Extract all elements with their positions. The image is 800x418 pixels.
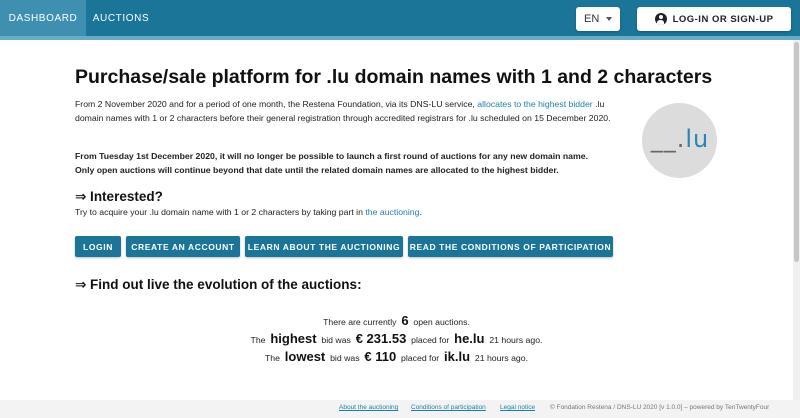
language-select[interactable]: EN — [576, 7, 620, 31]
intro-paragraph: From 2 November 2020 and for a period of… — [75, 98, 635, 125]
highest-bidder-link[interactable]: allocates to the highest bidder — [477, 99, 592, 109]
open-auctions-count: 6 — [401, 313, 409, 328]
stat-text: The — [264, 353, 280, 363]
notice-line-2: Only open auctions will continue beyond … — [75, 164, 559, 175]
login-button[interactable]: LOGIN — [75, 236, 121, 257]
page-title: Purchase/sale platform for .lu domain na… — [75, 66, 713, 88]
read-conditions-button[interactable]: READ THE CONDITIONS OF PARTICIPATION — [408, 236, 613, 257]
lowest-bid-stat: The lowest bid was € 110 placed for ik.l… — [0, 349, 793, 364]
stat-text: bid was — [321, 335, 351, 345]
create-account-button[interactable]: CREATE AN ACCOUNT — [126, 236, 240, 257]
logo-prefix: __. — [650, 125, 686, 153]
stat-text: bid was — [330, 353, 360, 363]
footer-copyright: © Fondation Restena / DNS-LU 2020 [v 1.0… — [550, 404, 770, 411]
interested-paragraph: Try to acquire your .lu domain name with… — [75, 207, 422, 217]
highest-bid-stat: The highest bid was € 231.53 placed for … — [0, 331, 793, 346]
highest-bid-amount: € 231.53 — [355, 331, 407, 346]
footer-about-link[interactable]: About the auctioning — [339, 404, 398, 411]
dot-lu-logo-text: __.lu — [650, 125, 710, 153]
login-signup-button[interactable]: LOG-IN OR SIGN-UP — [637, 7, 791, 31]
learn-auctioning-button[interactable]: LEARN ABOUT THE AUCTIONING — [245, 236, 403, 257]
stat-text: placed for — [411, 335, 450, 345]
tab-auctions[interactable]: AUCTIONS — [86, 0, 156, 36]
stat-text: placed for — [401, 353, 440, 363]
stat-text: open auctions. — [413, 317, 470, 327]
interested-heading: ⇒ Interested? — [75, 189, 163, 204]
open-auctions-stat: There are currently 6 open auctions. — [0, 313, 793, 328]
notice-paragraph: From Tuesday 1st December 2020, it will … — [75, 150, 635, 177]
lowest-bid-domain: ik.lu — [444, 349, 471, 364]
highest-bid-time: 21 hours ago. — [489, 335, 543, 345]
stat-text: The — [250, 335, 266, 345]
stat-text: There are currently — [323, 317, 397, 327]
intro-text-start: From 2 November 2020 and for a period of… — [75, 99, 478, 109]
footer-legal-link[interactable]: Legal notice — [500, 404, 535, 411]
login-signup-label: LOG-IN OR SIGN-UP — [672, 13, 774, 25]
language-value: EN — [584, 13, 600, 25]
notice-line-1: From Tuesday 1st December 2020, it will … — [75, 151, 588, 161]
lowest-label: lowest — [284, 349, 326, 364]
account-circle-icon — [654, 13, 667, 25]
scrollbar-thumb[interactable] — [794, 42, 799, 262]
tab-dashboard[interactable]: DASHBOARD — [0, 0, 86, 36]
interested-text: Try to acquire your .lu domain name with… — [75, 207, 366, 217]
lowest-bid-amount: € 110 — [364, 349, 397, 364]
highest-bid-domain: he.lu — [454, 331, 485, 346]
logo-accent: lu — [685, 125, 710, 153]
auctioning-link[interactable]: the auctioning — [365, 207, 419, 217]
footer-conditions-link[interactable]: Conditions of participation — [411, 404, 486, 411]
highest-label: highest — [270, 331, 317, 346]
lowest-bid-time: 21 hours ago. — [474, 353, 529, 363]
footer: About the auctioning Conditions of parti… — [0, 400, 800, 418]
live-evolution-heading: ⇒ Find out live the evolution of the auc… — [75, 277, 362, 292]
interested-period: . — [419, 207, 422, 217]
main-content: Purchase/sale platform for .lu domain na… — [0, 40, 793, 400]
chevron-down-icon — [606, 17, 612, 21]
